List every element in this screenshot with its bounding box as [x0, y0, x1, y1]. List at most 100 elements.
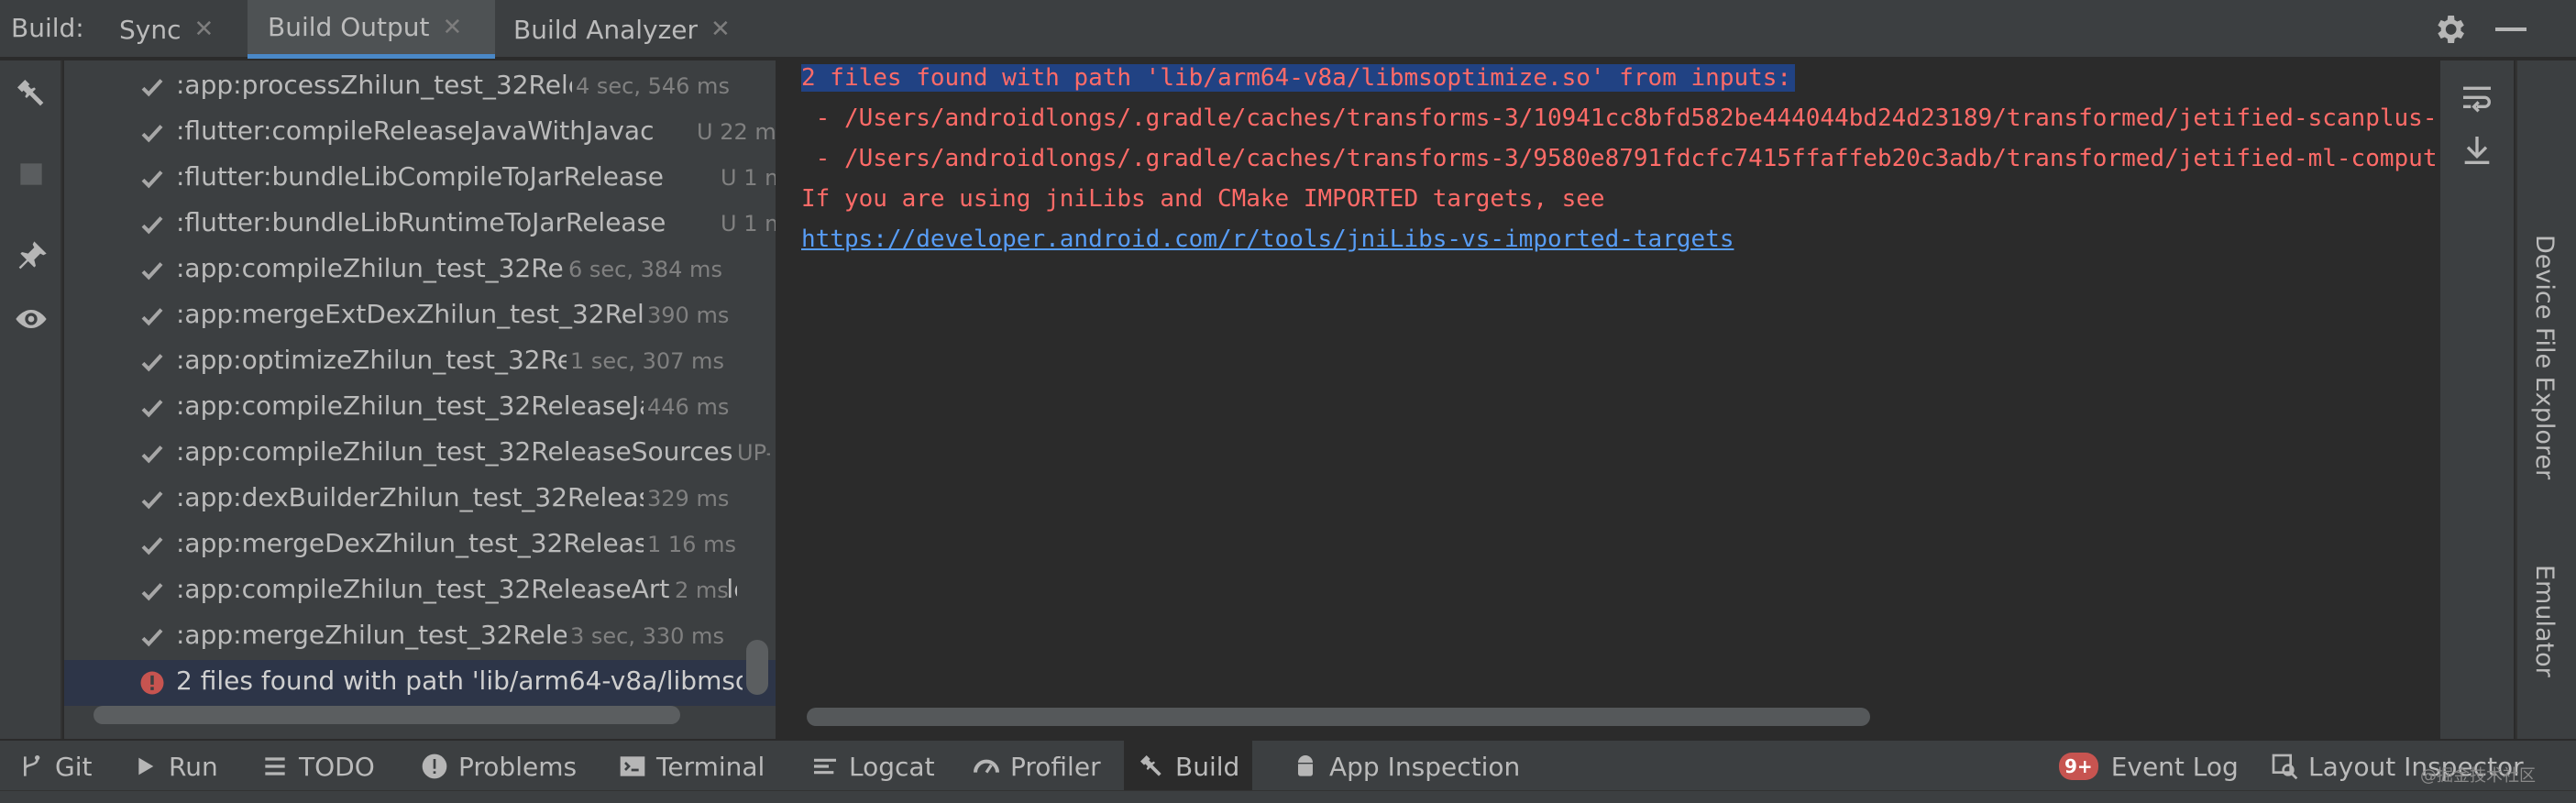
task-time: 1 16 ms	[644, 532, 736, 557]
task-name: :flutter:bundleLibRuntimeToJarRelease	[176, 207, 666, 237]
task-time: 2 ms	[671, 578, 729, 603]
hammer-icon[interactable]	[13, 75, 50, 112]
eye-icon[interactable]	[13, 301, 50, 337]
close-icon[interactable]: ✕	[193, 16, 214, 43]
tab-build-output-label: Build Output	[268, 12, 430, 42]
task-name: :app:compileZhilun_test_32ReleaseJavaWit…	[176, 390, 708, 421]
tree-row[interactable]: :flutter:bundleLibCompileToJarRelease U …	[64, 156, 776, 202]
check-icon	[141, 446, 163, 464]
git-label: Git	[55, 751, 93, 782]
emulator-label: Emulator	[2530, 565, 2559, 677]
tab-sync[interactable]: Sync ✕	[106, 0, 226, 59]
docs-link[interactable]: https://developer.android.com/r/tools/jn…	[801, 226, 1734, 253]
tree-vertical-scrollbar[interactable]	[746, 640, 768, 695]
tree-row[interactable]: :app:mergeZhilun_test_32Release 3 sec, 3…	[64, 614, 776, 660]
problems-label: Problems	[458, 751, 578, 782]
terminal-tab[interactable]: Terminal	[605, 741, 777, 792]
build-tab[interactable]: Build	[1124, 741, 1253, 792]
task-name: :flutter:compileReleaseJavaWithJavac	[176, 116, 655, 146]
console-horizontal-scrollbar[interactable]	[807, 708, 1870, 726]
task-name: :app:mergeDexZhilun_test_32Release	[176, 528, 664, 558]
android-icon	[1298, 755, 1313, 776]
error-message: 2 files found with path 'lib/arm64-v8a/l…	[176, 666, 743, 696]
check-icon	[141, 537, 163, 556]
check-icon	[141, 400, 163, 418]
check-icon	[141, 216, 163, 235]
layout-inspector-icon	[2272, 754, 2298, 780]
device-file-explorer-label: Device File Explorer	[2530, 235, 2559, 480]
check-icon	[141, 79, 163, 97]
tree-row[interactable]: :app:processZhilun_test_32Release 4 sec,…	[64, 64, 776, 110]
tab-build-output[interactable]: Build Output ✕	[248, 0, 495, 59]
check-icon	[141, 629, 163, 647]
event-count-badge: 9+	[2059, 753, 2098, 780]
right-tool-strip: Device File Explorer Emulator	[2515, 60, 2576, 739]
tree-row[interactable]: :app:compileZhilun_test_32ReleaseJavaWit…	[64, 385, 776, 431]
task-time: 390 ms	[644, 302, 730, 328]
app-inspection-tab[interactable]: App Inspection	[1278, 741, 1533, 792]
profiler-tab[interactable]: Profiler	[959, 741, 1114, 792]
tree-row[interactable]: :app:optimizeZhilun_test_32Release 1 sec…	[64, 339, 776, 385]
logcat-tab[interactable]: Logcat	[798, 741, 948, 792]
console-toolbar	[2440, 60, 2514, 739]
check-icon	[141, 583, 163, 601]
run-tab[interactable]: Run	[117, 741, 231, 792]
close-icon[interactable]: ✕	[442, 14, 462, 41]
minimize-icon[interactable]	[2495, 28, 2526, 31]
task-time: 3 sec, 330 ms	[567, 623, 724, 649]
hammer-icon	[1140, 755, 1161, 776]
check-icon	[141, 170, 163, 189]
play-icon	[138, 757, 154, 776]
tab-build-analyzer[interactable]: Build Analyzer ✕	[501, 0, 743, 59]
task-time: 329 ms	[644, 486, 730, 512]
scroll-to-end-icon[interactable]	[2459, 132, 2495, 169]
problems-tab[interactable]: Problems	[407, 741, 589, 792]
console-line: If you are using jniLibs and CMake IMPOR…	[801, 185, 1605, 213]
task-name: :app:compileZhilun_test_32ReleaseSources	[176, 436, 733, 467]
check-icon	[141, 354, 163, 372]
tree-row[interactable]: :app:mergeExtDexZhilun_test_32Release 39…	[64, 293, 776, 339]
task-time: U 1 ms	[717, 211, 776, 236]
tree-row[interactable]: :app:dexBuilderZhilun_test_32Release 329…	[64, 477, 776, 522]
tree-row[interactable]: :app:compileZhilun_test_32ReleaseArtProf…	[64, 568, 776, 614]
check-icon	[141, 491, 163, 510]
tree-row[interactable]: :flutter:bundleLibRuntimeToJarRelease U …	[64, 202, 776, 248]
pin-icon[interactable]	[13, 238, 50, 275]
soft-wrap-icon[interactable]	[2459, 81, 2495, 117]
check-icon	[141, 125, 163, 143]
tree-row[interactable]: :app:compileZhilun_test_32ReleaseSources…	[64, 431, 776, 477]
status-bar	[0, 790, 2576, 803]
task-name: :app:optimizeZhilun_test_32Release	[176, 345, 634, 375]
tree-row[interactable]: :flutter:compileReleaseJavaWithJavac U 2…	[64, 110, 776, 156]
task-name: :app:compileZhilun_test_32Release	[176, 253, 632, 283]
git-tab[interactable]: Git	[4, 741, 105, 792]
git-branch-icon	[24, 755, 40, 776]
tool-window-bar: Git Run TODO Problems Terminal Logcat Pr…	[0, 739, 2576, 792]
device-file-explorer-tab[interactable]: Device File Explorer	[2530, 235, 2559, 479]
gear-icon[interactable]	[2431, 11, 2468, 48]
check-icon	[141, 308, 163, 326]
stop-icon[interactable]	[13, 156, 50, 192]
console-line: - /Users/androidlongs/.gradle/caches/tra…	[801, 145, 2438, 172]
event-log-tab[interactable]: 9+ Event Log	[2046, 741, 2251, 792]
run-label: Run	[169, 751, 218, 782]
emulator-tab[interactable]: Emulator	[2530, 565, 2559, 677]
tab-sync-label: Sync	[119, 14, 182, 45]
todo-tab[interactable]: TODO	[248, 741, 388, 792]
check-icon	[141, 262, 163, 280]
watermark: @掘金技术社区	[2420, 766, 2536, 786]
build-console[interactable]: 2 files found with path 'lib/arm64-v8a/l…	[779, 60, 2438, 739]
logcat-icon	[814, 758, 836, 775]
task-time: UP-TO-DATE	[733, 440, 770, 466]
tree-row[interactable]: :app:mergeDexZhilun_test_32Release 1 16 …	[64, 522, 776, 568]
logcat-label: Logcat	[849, 751, 935, 782]
tree-row[interactable]: :app:compileZhilun_test_32Release 6 sec,…	[64, 248, 776, 293]
task-time: 446 ms	[644, 394, 730, 420]
tree-horizontal-scrollbar[interactable]	[94, 706, 680, 724]
close-icon[interactable]: ✕	[710, 16, 731, 43]
list-icon	[265, 757, 285, 776]
build-tree: :app:processZhilun_test_32Release 4 sec,…	[64, 60, 777, 739]
terminal-icon	[620, 756, 645, 776]
tree-row-error[interactable]: 2 files found with path 'lib/arm64-v8a/l…	[64, 660, 776, 706]
task-name: :app:mergeZhilun_test_32Release	[176, 620, 613, 650]
